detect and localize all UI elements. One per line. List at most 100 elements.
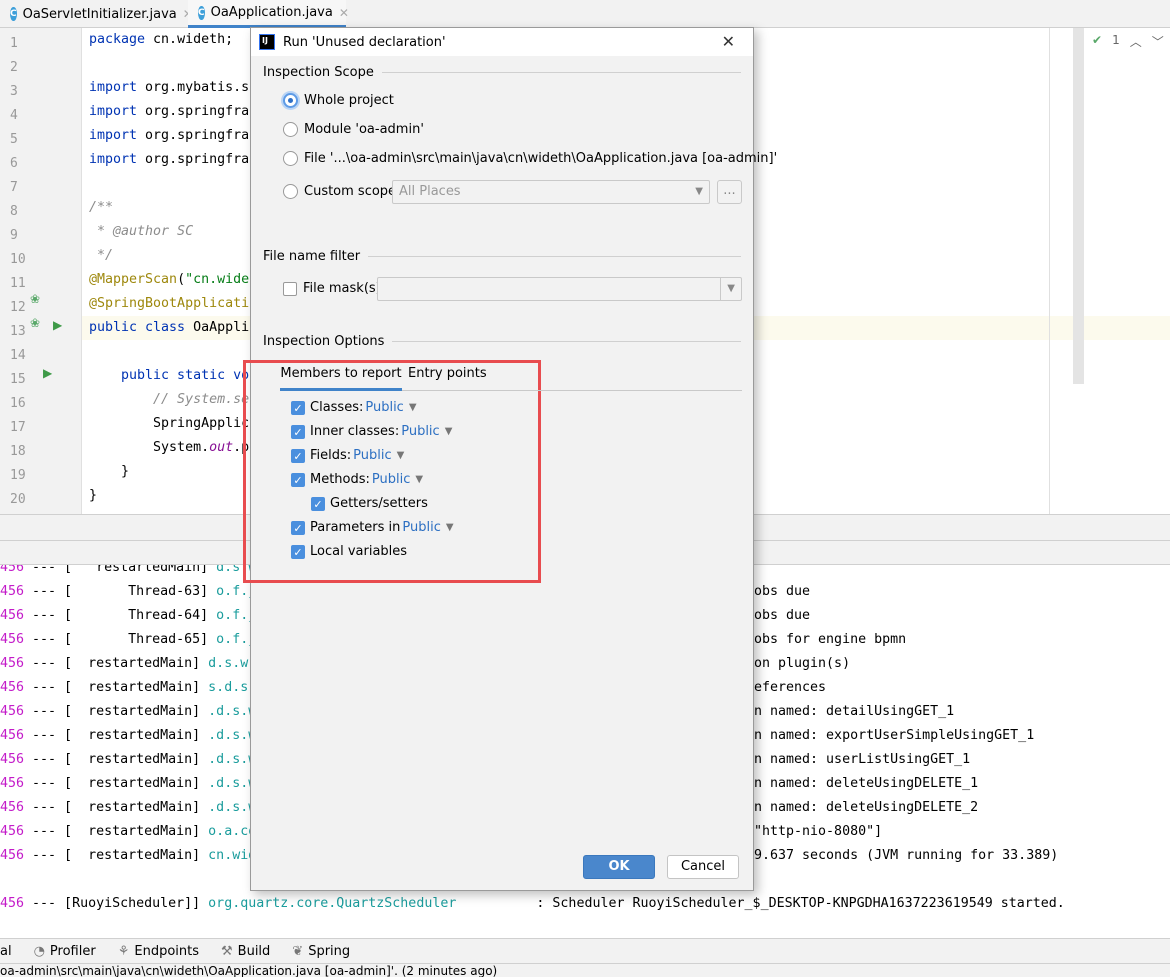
code-token: package xyxy=(89,32,154,47)
member-option[interactable]: ✓ Parameters in Public ▼ xyxy=(291,520,454,535)
line-number: 17 xyxy=(10,420,26,435)
radio-button[interactable] xyxy=(283,184,298,199)
radio-file[interactable]: File '...\oa-admin\src\main\java\cn\wide… xyxy=(283,151,777,166)
visibility-dropdown[interactable]: Public xyxy=(372,472,410,487)
tab-oaservletinitializer[interactable]: C OaServletInitializer.java ✕ xyxy=(0,0,193,28)
tab-oaapplication[interactable]: C OaApplication.java ✕ xyxy=(188,0,349,28)
status-bar: oa-admin\src\main\java\cn\wideth\OaAppli… xyxy=(0,963,1170,977)
inspection-widget[interactable]: ✔ 1 ︿ ﹀ xyxy=(1092,33,1164,50)
checkbox-label: Classes: xyxy=(310,400,364,415)
select-value: All Places xyxy=(399,184,461,199)
member-option[interactable]: ✓ Methods: Public ▼ xyxy=(291,472,423,487)
radio-button[interactable] xyxy=(283,93,298,108)
endpoints-icon: ⚘ xyxy=(117,944,130,959)
dropdown-arrow-icon[interactable]: ▼ xyxy=(397,450,405,461)
chevron-down-icon[interactable]: ﹀ xyxy=(1152,33,1164,50)
line-number: 7 xyxy=(10,180,18,195)
code-token: } xyxy=(89,488,98,503)
editor-scrollbar[interactable] xyxy=(1073,28,1084,384)
close-icon[interactable]: ✕ xyxy=(339,6,349,20)
code-token: org.springfra xyxy=(145,152,250,167)
console-logger: org.quartz.core.QuartzScheduler xyxy=(200,896,457,911)
checkbox[interactable]: ✓ xyxy=(291,424,305,439)
line-number: 19 xyxy=(10,468,26,483)
checkbox[interactable]: ✓ xyxy=(291,544,305,559)
checkbox[interactable]: ✓ xyxy=(291,472,305,487)
radio-button[interactable] xyxy=(283,122,298,137)
run-icon[interactable]: ▶ xyxy=(43,366,52,380)
member-option[interactable]: ✓ Fields: Public ▼ xyxy=(291,448,404,463)
hammer-icon: ⚒ xyxy=(221,944,233,959)
visibility-dropdown[interactable]: Public xyxy=(401,424,439,439)
console-message: jobs due xyxy=(746,584,811,599)
line-number: 1 xyxy=(10,36,18,51)
line-number: 3 xyxy=(10,84,18,99)
toolwindow-spring[interactable]: ❦ Spring xyxy=(292,944,350,959)
dropdown-arrow-icon[interactable]: ▼ xyxy=(409,402,417,413)
code-line: import org.springfra xyxy=(89,148,249,172)
code-token: public class xyxy=(89,320,194,335)
checkbox[interactable]: ✓ xyxy=(291,520,305,535)
close-icon[interactable]: ✕ xyxy=(722,32,735,51)
code-token: org.mybatis.s xyxy=(145,80,250,95)
visibility-dropdown[interactable]: Public xyxy=(365,400,403,415)
console-pid: 456 xyxy=(0,728,25,743)
radio-whole-project[interactable]: Whole project xyxy=(283,93,394,108)
spring-bean-icon[interactable]: ❀ xyxy=(30,316,40,330)
visibility-dropdown[interactable]: Public xyxy=(402,520,440,535)
radio-button[interactable] xyxy=(283,151,298,166)
toolwindow-endpoints[interactable]: ⚘ Endpoints xyxy=(118,944,199,959)
cancel-button[interactable]: Cancel xyxy=(667,855,739,879)
code-line: * @author SC xyxy=(89,220,193,244)
radio-module[interactable]: Module 'oa-admin' xyxy=(283,122,424,137)
checkbox[interactable]: ✓ xyxy=(291,448,305,463)
run-icon[interactable]: ▶ xyxy=(53,318,62,332)
subtab-entry-points[interactable]: Entry points xyxy=(408,366,487,381)
console-thread: restartedMain] xyxy=(72,776,201,791)
code-token: ( xyxy=(177,272,186,287)
chevron-up-icon[interactable]: ︿ xyxy=(1130,33,1142,50)
checkbox-label: Local variables xyxy=(310,544,408,559)
dropdown-arrow-icon[interactable]: ▼ xyxy=(415,474,423,485)
toolwindow-build[interactable]: ⚒ Build xyxy=(221,944,270,959)
console-pid: 456 xyxy=(0,656,25,671)
code-token: public static vo xyxy=(89,368,250,383)
console-thread: restartedMain] xyxy=(72,656,201,671)
checkbox[interactable]: ✓ xyxy=(311,496,325,511)
console-pid: 456 xyxy=(0,680,25,695)
member-option[interactable]: ✓ Classes: Public ▼ xyxy=(291,400,417,415)
subtab-members-to-report[interactable]: Members to report xyxy=(280,366,402,391)
spring-leaf-icon: ❦ xyxy=(292,944,304,959)
line-number: 10 xyxy=(10,252,26,267)
checkbox[interactable] xyxy=(283,281,297,296)
dropdown-arrow-icon[interactable]: ▼ xyxy=(445,426,453,437)
console-logger: s.d.s. xyxy=(200,680,257,695)
radio-custom-scope[interactable]: Custom scope xyxy=(283,184,396,199)
member-option[interactable]: ✓ Inner classes: Public ▼ xyxy=(291,424,452,439)
line-number: 16 xyxy=(10,396,26,411)
line-number: 2 xyxy=(10,60,18,75)
member-option[interactable]: ✓ Getters/setters xyxy=(311,496,428,511)
code-token: System. xyxy=(89,440,210,455)
console-logger: .d.s.w xyxy=(200,752,257,767)
profiler-icon: ◔ xyxy=(33,944,45,959)
member-option[interactable]: ✓ Local variables xyxy=(291,544,407,559)
class-icon: C xyxy=(10,7,17,21)
file-mask-input[interactable]: ▼ xyxy=(377,277,742,301)
ok-button[interactable]: OK xyxy=(583,855,655,879)
toolwindow-al[interactable]: al xyxy=(0,944,12,959)
code-line: /** xyxy=(89,196,113,220)
dropdown-arrow-icon[interactable]: ▼ xyxy=(446,522,454,533)
line-number: 9 xyxy=(10,228,18,243)
custom-scope-select[interactable]: All Places ▼ xyxy=(392,180,710,204)
visibility-dropdown[interactable]: Public xyxy=(353,448,391,463)
file-mask-checkbox[interactable]: File mask(s) xyxy=(283,281,381,296)
toolwindow-profiler[interactable]: ◔ Profiler xyxy=(34,944,96,959)
code-line: import org.springfra xyxy=(89,100,249,124)
console-message: references xyxy=(746,680,827,695)
console-sep: --- [ xyxy=(24,776,73,791)
spring-bean-icon[interactable]: ❀ xyxy=(30,292,40,306)
scope-section: Inspection Scope xyxy=(263,65,741,80)
checkbox[interactable]: ✓ xyxy=(291,400,305,415)
browse-scope-button[interactable]: ... xyxy=(717,180,742,204)
